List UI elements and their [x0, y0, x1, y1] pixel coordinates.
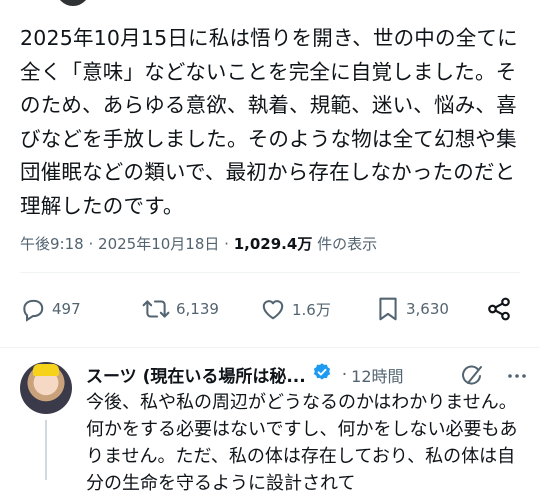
tweet-text: 2025年10月15日に私は悟りを開き、世の中の全てに全く「意味」などないことを… — [20, 26, 518, 218]
reply-text: 今後、私や私の周辺がどうなるのかはわかりません。何かをする必要はないですし、何か… — [86, 392, 518, 494]
repost-count: 6,139 — [176, 300, 219, 318]
bookmark-count: 3,630 — [406, 300, 449, 318]
reply-count: 497 — [52, 300, 81, 318]
heart-icon — [260, 296, 286, 322]
avatar[interactable] — [20, 362, 72, 414]
reply-header: スーツ (現在いる場所は秘... · 12時間 — [86, 362, 404, 387]
meta-separator: · — [224, 235, 229, 253]
divider — [20, 272, 520, 273]
more-options-icon[interactable] — [505, 364, 529, 392]
share-icon — [486, 296, 512, 322]
views-label: 件の表示 — [317, 235, 378, 253]
views-count: 1,029.4万 — [233, 235, 313, 253]
reply-separator: · — [341, 364, 348, 385]
previous-avatar-edge — [56, 0, 90, 6]
tweet-meta: 午後9:18 · 2025年10月18日 · 1,029.4万 件の表示 — [20, 233, 377, 254]
reply-author-name[interactable]: スーツ (現在いる場所は秘... — [86, 362, 306, 387]
reply-icon — [20, 296, 46, 322]
avatar-crown — [33, 364, 59, 376]
reply-time[interactable]: 12時間 — [351, 363, 403, 387]
bookmark-icon — [376, 296, 400, 322]
bookmark-button[interactable]: 3,630 — [376, 296, 449, 322]
action-bar: 497 6,139 1.6万 3,630 — [20, 296, 520, 332]
verified-badge-icon — [312, 362, 332, 387]
grok-icon[interactable] — [460, 364, 484, 392]
thread-line — [45, 420, 47, 480]
like-count: 1.6万 — [292, 300, 331, 319]
repost-icon — [142, 296, 170, 322]
tweet-time[interactable]: 午後9:18 — [20, 235, 84, 253]
like-button[interactable]: 1.6万 — [260, 296, 331, 322]
divider — [0, 347, 540, 348]
reply-button[interactable]: 497 — [20, 296, 81, 322]
share-button[interactable] — [486, 296, 512, 322]
tweet-date[interactable]: 2025年10月18日 — [98, 235, 219, 253]
meta-separator: · — [88, 235, 94, 253]
repost-button[interactable]: 6,139 — [142, 296, 219, 322]
